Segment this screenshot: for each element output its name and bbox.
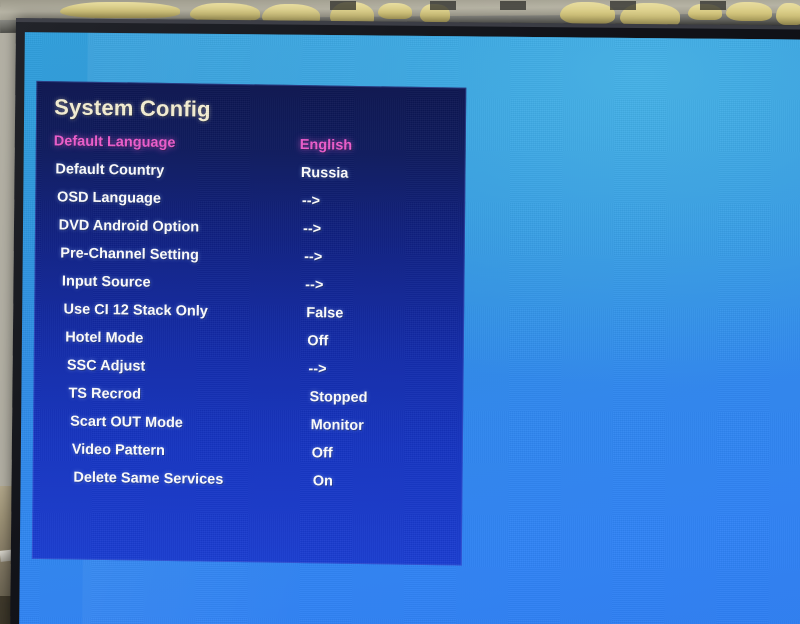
osd-item-value: Off [307, 333, 329, 350]
television: System Config Default Language English Def… [10, 18, 800, 624]
page-title: System Config [54, 94, 211, 122]
tv-screen: System Config Default Language English Def… [19, 32, 800, 624]
osd-item-label: Default Country [55, 161, 165, 179]
osd-menu-panel: System Config Default Language English Def… [31, 80, 467, 566]
osd-item-value: Off [311, 445, 333, 462]
osd-item-label: SSC Adjust [66, 357, 146, 375]
beam-slot [700, 1, 726, 10]
osd-item-value: Russia [300, 165, 349, 182]
osd-item-label: OSD Language [56, 189, 162, 207]
osd-item-label: Use CI 12 Stack Only [63, 301, 208, 320]
photo-of-tv-screen: System Config Default Language English Def… [0, 0, 800, 624]
osd-item-label: Pre-Channel Setting [60, 245, 199, 264]
osd-item-label: Default Language [53, 133, 176, 152]
osd-item-value: English [299, 136, 353, 154]
osd-item-value: --> [305, 277, 324, 294]
osd-item-label: Hotel Mode [65, 329, 144, 347]
osd-item-value: --> [301, 193, 321, 210]
foam-blob [726, 2, 772, 21]
osd-item-label: DVD Android Option [58, 217, 200, 236]
osd-item-value: --> [308, 361, 327, 378]
osd-menu-list: Default Language English Default Country Ru… [32, 129, 465, 499]
foam-blob [60, 2, 180, 18]
beam-slot [500, 1, 526, 10]
osd-item-value: --> [302, 221, 322, 238]
osd-menu-inner: System Config Default Language English Def… [32, 81, 467, 565]
osd-item-value: False [306, 305, 344, 322]
osd-item-label: TS Recrod [68, 385, 142, 403]
beam-slot [330, 1, 356, 10]
osd-item-value: --> [304, 249, 323, 266]
foam-blob [776, 3, 800, 25]
osd-item-label: Scart OUT Mode [70, 413, 183, 432]
osd-item-label: Delete Same Services [73, 469, 224, 488]
osd-item-label: Video Pattern [71, 441, 166, 460]
foam-blob [378, 3, 412, 19]
osd-item-value: Monitor [310, 417, 364, 434]
osd-menu-item[interactable]: Delete Same Services On [32, 465, 462, 499]
osd-item-value: On [312, 473, 333, 490]
osd-item-label: Input Source [61, 273, 151, 291]
beam-slot [430, 1, 456, 10]
osd-item-value: Stopped [309, 389, 368, 407]
beam-slot [610, 1, 636, 10]
foam-blob [560, 2, 615, 24]
